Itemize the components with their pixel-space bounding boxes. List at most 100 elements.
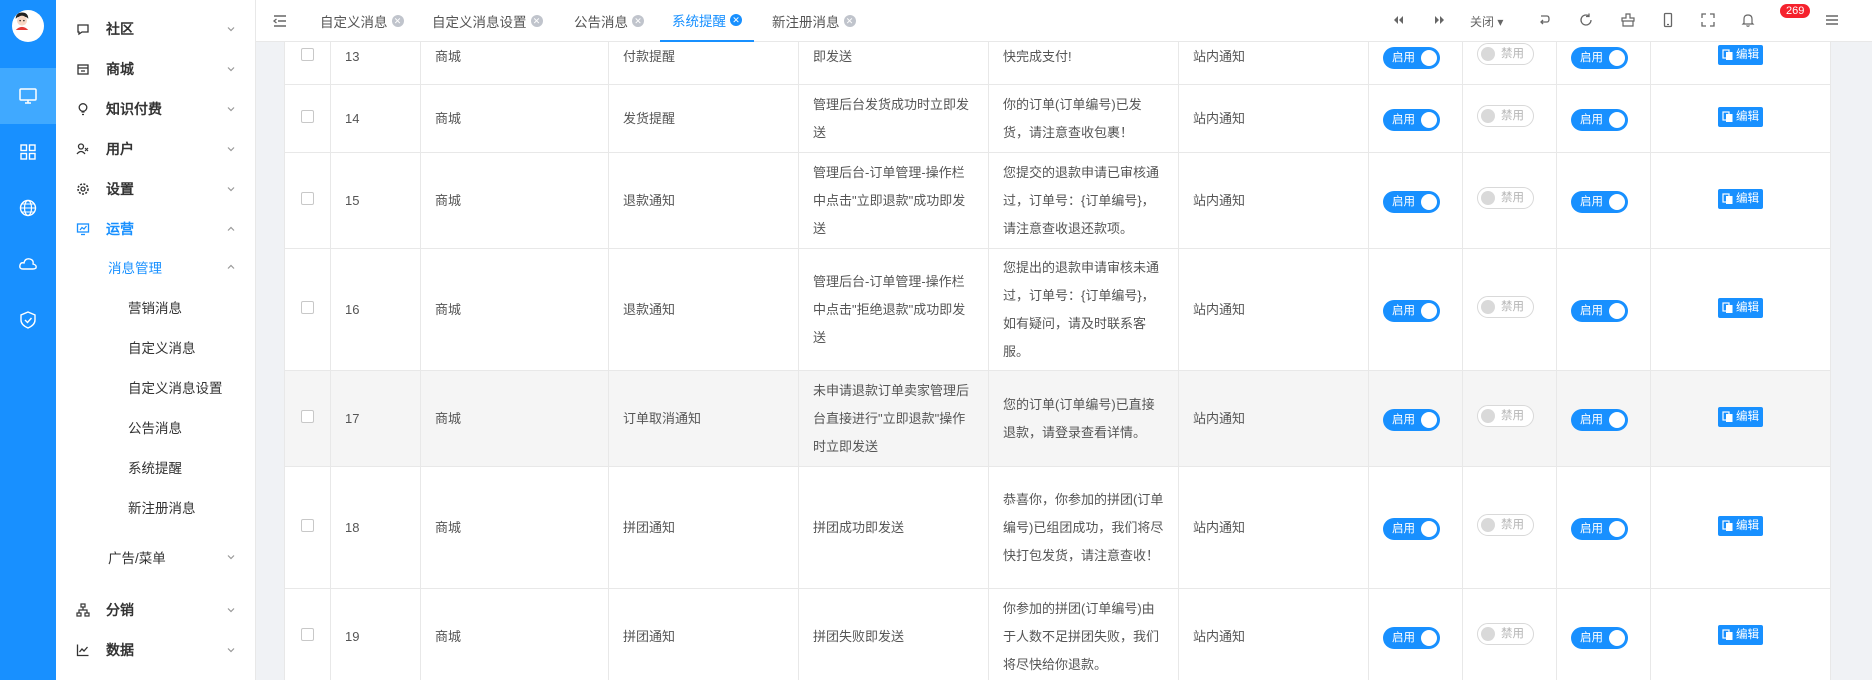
switch-cell: 启用 [1556, 248, 1651, 371]
sidebar-item-store[interactable]: 商城 [56, 49, 256, 89]
status-toggle-off[interactable]: 禁用 [1477, 404, 1534, 427]
status-toggle-on[interactable]: 启用 [1383, 517, 1440, 540]
trigger-cell: 管理后台-订单管理-操作栏中点击"拒绝退款"成功即发送 [798, 248, 989, 371]
submenu-item-custom-message-settings[interactable]: 自定义消息设置 [56, 367, 256, 407]
submenu-item-marketing[interactable]: 营销消息 [56, 287, 256, 327]
toggle-label: 禁用 [1501, 300, 1524, 313]
sidebar-item-distribution[interactable]: 分销 [56, 590, 256, 630]
chevron-up-icon [227, 264, 235, 269]
edit-button[interactable]: 编辑 [1718, 44, 1763, 65]
status-toggle-on[interactable]: 启用 [1383, 626, 1440, 649]
submenu-item-system-reminder[interactable]: 系统提醒 [56, 447, 256, 487]
tab-custom-message[interactable]: 自定义消息 ✕ [320, 0, 404, 42]
rail-shield-icon[interactable] [0, 292, 56, 348]
status-toggle-on[interactable]: 启用 [1383, 408, 1440, 431]
sidebar-item-knowledge[interactable]: 知识付费 [56, 89, 256, 129]
avatar[interactable] [12, 10, 44, 42]
close-icon[interactable]: ✕ [391, 15, 404, 27]
operations-icon [76, 223, 90, 236]
status-toggle-on[interactable]: 启用 [1571, 517, 1628, 540]
submenu-message-management[interactable]: 消息管理 [56, 247, 256, 287]
submenu-item-announcement[interactable]: 公告消息 [56, 407, 256, 447]
tab-custom-message-settings[interactable]: 自定义消息设置 ✕ [432, 0, 543, 42]
status-toggle-off[interactable]: 禁用 [1477, 104, 1534, 127]
close-icon[interactable]: ✕ [632, 15, 644, 27]
rail-cloud-icon[interactable] [0, 236, 56, 292]
row-checkbox[interactable] [301, 627, 314, 641]
status-toggle-on[interactable]: 启用 [1383, 46, 1440, 69]
status-toggle-on[interactable]: 启用 [1571, 408, 1628, 431]
scroll-right-icon[interactable] [1432, 12, 1450, 30]
tab-system-reminder[interactable]: 系统提醒 ✕ [660, 0, 754, 42]
scroll-left-icon[interactable] [1390, 12, 1408, 30]
edit-button[interactable]: 编辑 [1718, 406, 1763, 427]
toggle-label: 禁用 [1501, 191, 1524, 204]
module-cell: 商城 [420, 370, 609, 467]
sidebar-item-operations[interactable]: 运营 [56, 209, 256, 249]
mobile-icon[interactable] [1660, 12, 1678, 30]
row-select-cell [284, 588, 331, 680]
rail-grid-icon[interactable] [0, 124, 56, 180]
back-icon[interactable] [1536, 12, 1554, 30]
toggle-label: 启用 [1580, 195, 1603, 208]
status-toggle-off[interactable]: 禁用 [1477, 622, 1534, 645]
fullscreen-icon[interactable] [1700, 12, 1718, 30]
switch-cell: 启用 [1368, 42, 1463, 85]
sidebar-item-label: 用户 [106, 141, 134, 157]
row-checkbox[interactable] [301, 300, 314, 314]
bell-icon[interactable] [1740, 12, 1758, 30]
rail-monitor-icon[interactable] [0, 68, 56, 124]
close-icon[interactable]: ✕ [843, 15, 856, 27]
chevron-down-icon [227, 648, 235, 653]
clear-cache-icon[interactable] [1620, 12, 1638, 30]
row-select-cell [284, 152, 331, 249]
row-checkbox[interactable] [301, 109, 314, 123]
status-toggle-on[interactable]: 启用 [1383, 190, 1440, 213]
status-toggle-off[interactable]: 禁用 [1477, 295, 1534, 318]
status-toggle-on[interactable]: 启用 [1383, 299, 1440, 322]
submenu-item-new-registration[interactable]: 新注册消息 [56, 487, 256, 527]
sidebar-item-settings[interactable]: 设置 [56, 169, 256, 209]
close-tabs-dropdown[interactable]: 关闭 ▾ [1470, 13, 1503, 30]
type-cell: 站内通知 [1178, 84, 1369, 153]
edit-button[interactable]: 编辑 [1718, 515, 1763, 536]
tab-announcement[interactable]: 公告消息 ✕ [574, 0, 644, 42]
table-row: 17 商城 订单取消通知 未申请退款订单卖家管理后台直接进行"立即退款"操作时立即发送… [284, 370, 1831, 467]
collapse-menu-icon[interactable] [272, 13, 288, 29]
menu-icon[interactable] [1782, 13, 1800, 31]
tab-new-registration[interactable]: 新注册消息 ✕ [772, 0, 856, 42]
status-toggle-on[interactable]: 启用 [1571, 46, 1628, 69]
edit-button[interactable]: 编辑 [1718, 106, 1763, 127]
refresh-icon[interactable] [1578, 12, 1596, 30]
content-cell: 你的订单(订单编号)已发货，请注意查收包裹！ [988, 84, 1179, 153]
status-toggle-on[interactable]: 启用 [1571, 108, 1628, 131]
edit-button[interactable]: 编辑 [1718, 624, 1763, 645]
status-toggle-off[interactable]: 禁用 [1477, 42, 1534, 65]
toggle-label: 启用 [1580, 522, 1603, 535]
type-cell: 站内通知 [1178, 42, 1369, 85]
status-toggle-on[interactable]: 启用 [1571, 299, 1628, 322]
more-menu-icon[interactable] [1824, 12, 1842, 30]
row-checkbox[interactable] [301, 47, 314, 61]
close-icon[interactable]: ✕ [730, 14, 742, 26]
submenu-ads-menu[interactable]: 广告/菜单 [56, 537, 256, 577]
status-toggle-off[interactable]: 禁用 [1477, 513, 1534, 536]
submenu-item-custom-message[interactable]: 自定义消息 [56, 327, 256, 367]
sidebar-item-community[interactable]: 社区 [56, 9, 256, 49]
status-toggle-off[interactable]: 禁用 [1477, 186, 1534, 209]
close-icon[interactable]: ✕ [530, 15, 543, 27]
content-cell: 您的订单(订单编号)已直接退款，请登录查看详情。 [988, 370, 1179, 467]
tab-label: 系统提醒 [672, 14, 726, 29]
edit-button[interactable]: 编辑 [1718, 188, 1763, 209]
row-checkbox[interactable] [301, 518, 314, 532]
row-checkbox[interactable] [301, 191, 314, 205]
status-toggle-on[interactable]: 启用 [1571, 626, 1628, 649]
sidebar-item-data[interactable]: 数据 [56, 630, 256, 670]
status-toggle-on[interactable]: 启用 [1383, 108, 1440, 131]
status-toggle-on[interactable]: 启用 [1571, 190, 1628, 213]
edit-icon [1722, 301, 1733, 313]
sidebar-item-users[interactable]: 用户 [56, 129, 256, 169]
edit-button[interactable]: 编辑 [1718, 297, 1763, 318]
rail-globe-icon[interactable] [0, 180, 56, 236]
row-checkbox[interactable] [301, 409, 314, 423]
